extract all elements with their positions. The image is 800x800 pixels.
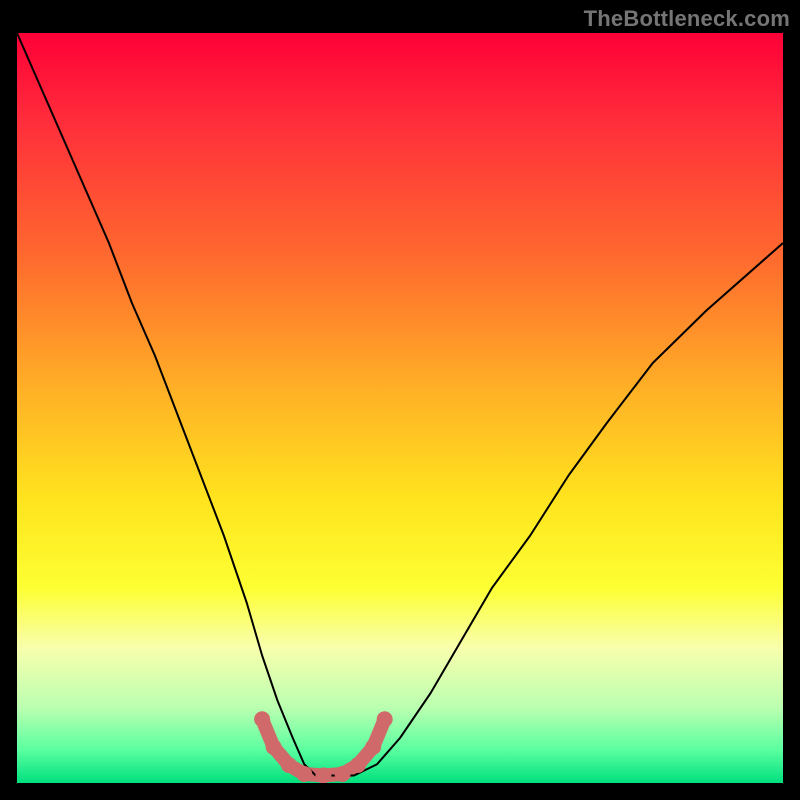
bottleneck-chart	[0, 0, 800, 800]
plot-background	[17, 33, 783, 783]
marker-dot	[266, 739, 282, 755]
marker-dot	[377, 711, 393, 727]
chart-stage: TheBottleneck.com	[0, 0, 800, 800]
marker-dot	[350, 757, 366, 773]
marker-dot	[296, 766, 312, 782]
marker-dot	[281, 757, 297, 773]
marker-dot	[315, 768, 331, 784]
marker-dot	[335, 766, 351, 782]
marker-dot	[365, 739, 381, 755]
marker-dot	[254, 711, 270, 727]
watermark-text: TheBottleneck.com	[584, 6, 790, 32]
